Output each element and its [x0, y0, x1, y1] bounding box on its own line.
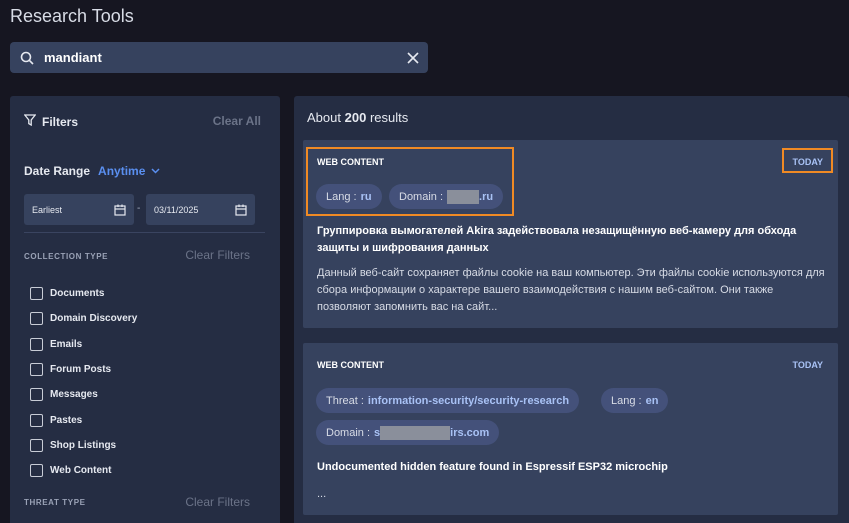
threat-type-label: THREAT TYPE: [24, 498, 86, 507]
chip-key: Domain :: [326, 426, 371, 439]
card-title[interactable]: Undocumented hidden feature found in Esp…: [317, 459, 817, 476]
today-badge: TODAY: [792, 360, 823, 370]
results-panel: About 200 results WEB CONTENT TODAY Lang…: [294, 96, 849, 523]
chip-value: irs.com: [450, 426, 490, 439]
result-card[interactable]: WEB CONTENT TODAY Threat : information-se…: [303, 343, 838, 515]
chip-value: information-security/security-research: [367, 394, 570, 407]
checkbox[interactable]: [30, 388, 43, 402]
checkbox[interactable]: [30, 363, 43, 377]
domain-chip[interactable]: Domain : s irs.com: [316, 420, 500, 445]
threat-clear-filters[interactable]: Clear Filters: [185, 495, 250, 509]
results-prefix: About: [307, 110, 341, 125]
checkbox-label: Shop Listings: [50, 439, 117, 451]
search-icon: [10, 51, 44, 65]
checkbox-messages[interactable]: Messages: [30, 382, 137, 407]
filters-panel: Filters Clear All Date Range Anytime Ear…: [10, 96, 280, 523]
start-date-value: Earliest: [32, 204, 63, 215]
highlight-box: [782, 148, 833, 173]
result-card[interactable]: WEB CONTENT TODAY Lang : ru Domain : .ru Г…: [303, 140, 838, 328]
divider: [24, 232, 265, 233]
checkbox-shop-listings[interactable]: Shop Listings: [30, 433, 137, 458]
collection-type-label: COLLECTION TYPE: [24, 252, 109, 261]
date-range-dropdown[interactable]: Anytime: [98, 164, 160, 178]
checkbox[interactable]: [30, 337, 43, 351]
checkbox[interactable]: [30, 413, 43, 427]
search-bar: [10, 42, 428, 73]
page-title: Research Tools: [10, 6, 134, 26]
checkbox-label: Forum Posts: [50, 364, 112, 376]
results-suffix: results: [369, 110, 409, 125]
date-range-label: Date Range: [24, 164, 91, 178]
checkbox-label: Emails: [50, 338, 83, 350]
end-date-value: 03/11/2025: [154, 204, 199, 215]
checkbox-label: Messages: [50, 389, 98, 401]
checkbox-documents[interactable]: Documents: [30, 281, 137, 306]
chip-key: Threat :: [326, 394, 364, 407]
chevron-down-icon: [151, 168, 160, 174]
checkbox-label: Pastes: [50, 414, 83, 426]
card-snippet: ...: [317, 488, 327, 500]
end-date-field[interactable]: 03/11/2025: [146, 194, 255, 225]
date-range-value: Anytime: [98, 164, 146, 178]
redacted-block: [380, 425, 451, 440]
checkbox-pastes[interactable]: Pastes: [30, 407, 137, 432]
date-separator: -: [137, 203, 141, 214]
start-date-field[interactable]: Earliest: [24, 194, 134, 225]
checkbox-web-content[interactable]: Web Content: [30, 458, 137, 483]
results-number: 200: [344, 110, 367, 125]
lang-chip[interactable]: Lang : en: [601, 388, 669, 413]
date-range: Date Range Anytime: [24, 164, 160, 178]
checkbox-emails[interactable]: Emails: [30, 332, 137, 357]
search-input[interactable]: [44, 50, 398, 65]
checkbox[interactable]: [30, 287, 43, 301]
calendar-icon: [235, 204, 247, 216]
checkbox-forum-posts[interactable]: Forum Posts: [30, 357, 137, 382]
card-title[interactable]: Группировка вымогателей Akira задействов…: [317, 223, 817, 257]
close-icon[interactable]: [398, 51, 428, 64]
checkbox-domain-discovery[interactable]: Domain Discovery: [30, 306, 137, 331]
calendar-icon: [114, 204, 126, 216]
filters-header: Filters: [23, 114, 79, 129]
checkbox[interactable]: [30, 312, 43, 326]
checkbox-label: Domain Discovery: [50, 313, 138, 325]
collection-clear-filters[interactable]: Clear Filters: [185, 248, 250, 262]
collection-type-list: Documents Domain Discovery Emails Forum …: [30, 281, 137, 483]
threat-chip[interactable]: Threat : information-security/security-re…: [316, 388, 580, 413]
card-type: WEB CONTENT: [317, 360, 384, 370]
results-count: About 200 results: [307, 110, 408, 125]
chip-value: en: [645, 394, 659, 407]
filter-icon: [23, 114, 37, 129]
checkbox[interactable]: [30, 464, 43, 478]
chip-key: Lang :: [611, 394, 642, 407]
checkbox-label: Documents: [50, 288, 105, 300]
highlight-box: [306, 147, 514, 216]
checkbox[interactable]: [30, 438, 43, 452]
filters-title: Filters: [42, 114, 79, 129]
clear-all-button[interactable]: Clear All: [213, 114, 261, 128]
card-snippet: Данный веб-сайт сохраняет файлы cookie н…: [317, 267, 825, 313]
checkbox-label: Web Content: [50, 465, 112, 477]
